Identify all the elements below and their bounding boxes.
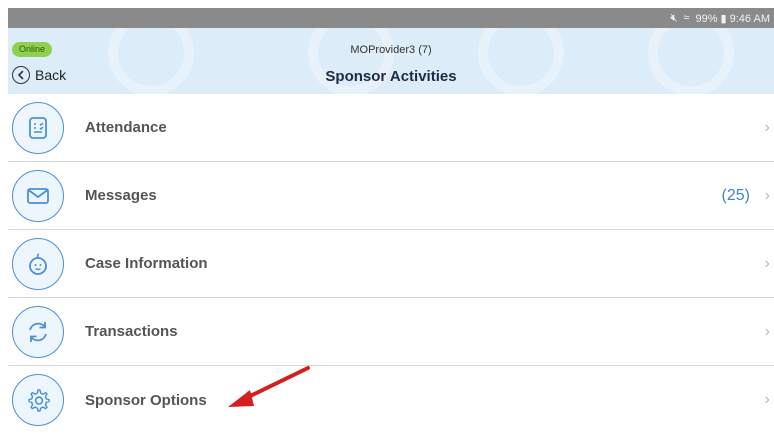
provider-name: MOProvider3 (7): [350, 44, 432, 56]
mute-icon: 🔇︎: [670, 11, 678, 24]
menu-item-label: Transactions: [85, 323, 178, 340]
attendance-icon: [12, 101, 64, 154]
chevron-right-icon: ›: [764, 322, 770, 340]
chevron-right-icon: ›: [764, 391, 770, 408]
menu-item-label: Sponsor Options: [85, 391, 207, 409]
back-label: Back: [35, 67, 67, 83]
sponsor-activities-list: Attendance › Messages (25) › Case Inform…: [8, 94, 774, 434]
menu-item-messages[interactable]: Messages (25) ›: [8, 162, 774, 230]
chevron-right-icon: ›: [764, 254, 770, 272]
chevron-right-icon: ›: [764, 118, 770, 136]
chevron-right-icon: ›: [764, 186, 770, 204]
menu-item-case-information[interactable]: Case Information ›: [8, 230, 774, 298]
back-button[interactable]: Back: [12, 66, 66, 84]
unread-count-badge: (25): [721, 186, 750, 204]
back-chevron-icon: [12, 66, 30, 84]
baby-face-icon: [12, 237, 64, 290]
menu-item-sponsor-options[interactable]: Sponsor Options ›: [8, 366, 774, 434]
menu-item-label: Attendance: [85, 119, 167, 136]
refresh-icon: [12, 305, 64, 358]
wifi-icon: ≈: [683, 11, 690, 24]
status-bar: 🔇︎ ≈ 99% ▮ 9:46 AM: [8, 8, 774, 28]
app-header: Online MOProvider3 (7) Sponsor Activitie…: [8, 28, 774, 94]
menu-item-label: Case Information: [85, 255, 208, 272]
envelope-icon: [12, 169, 64, 222]
status-text: 99% ▮ 9:46 AM: [695, 12, 770, 25]
gear-icon: [12, 374, 64, 426]
menu-item-attendance[interactable]: Attendance ›: [8, 94, 774, 162]
menu-item-label: Messages: [85, 187, 157, 204]
page-title: Sponsor Activities: [325, 68, 457, 85]
menu-item-transactions[interactable]: Transactions ›: [8, 298, 774, 366]
